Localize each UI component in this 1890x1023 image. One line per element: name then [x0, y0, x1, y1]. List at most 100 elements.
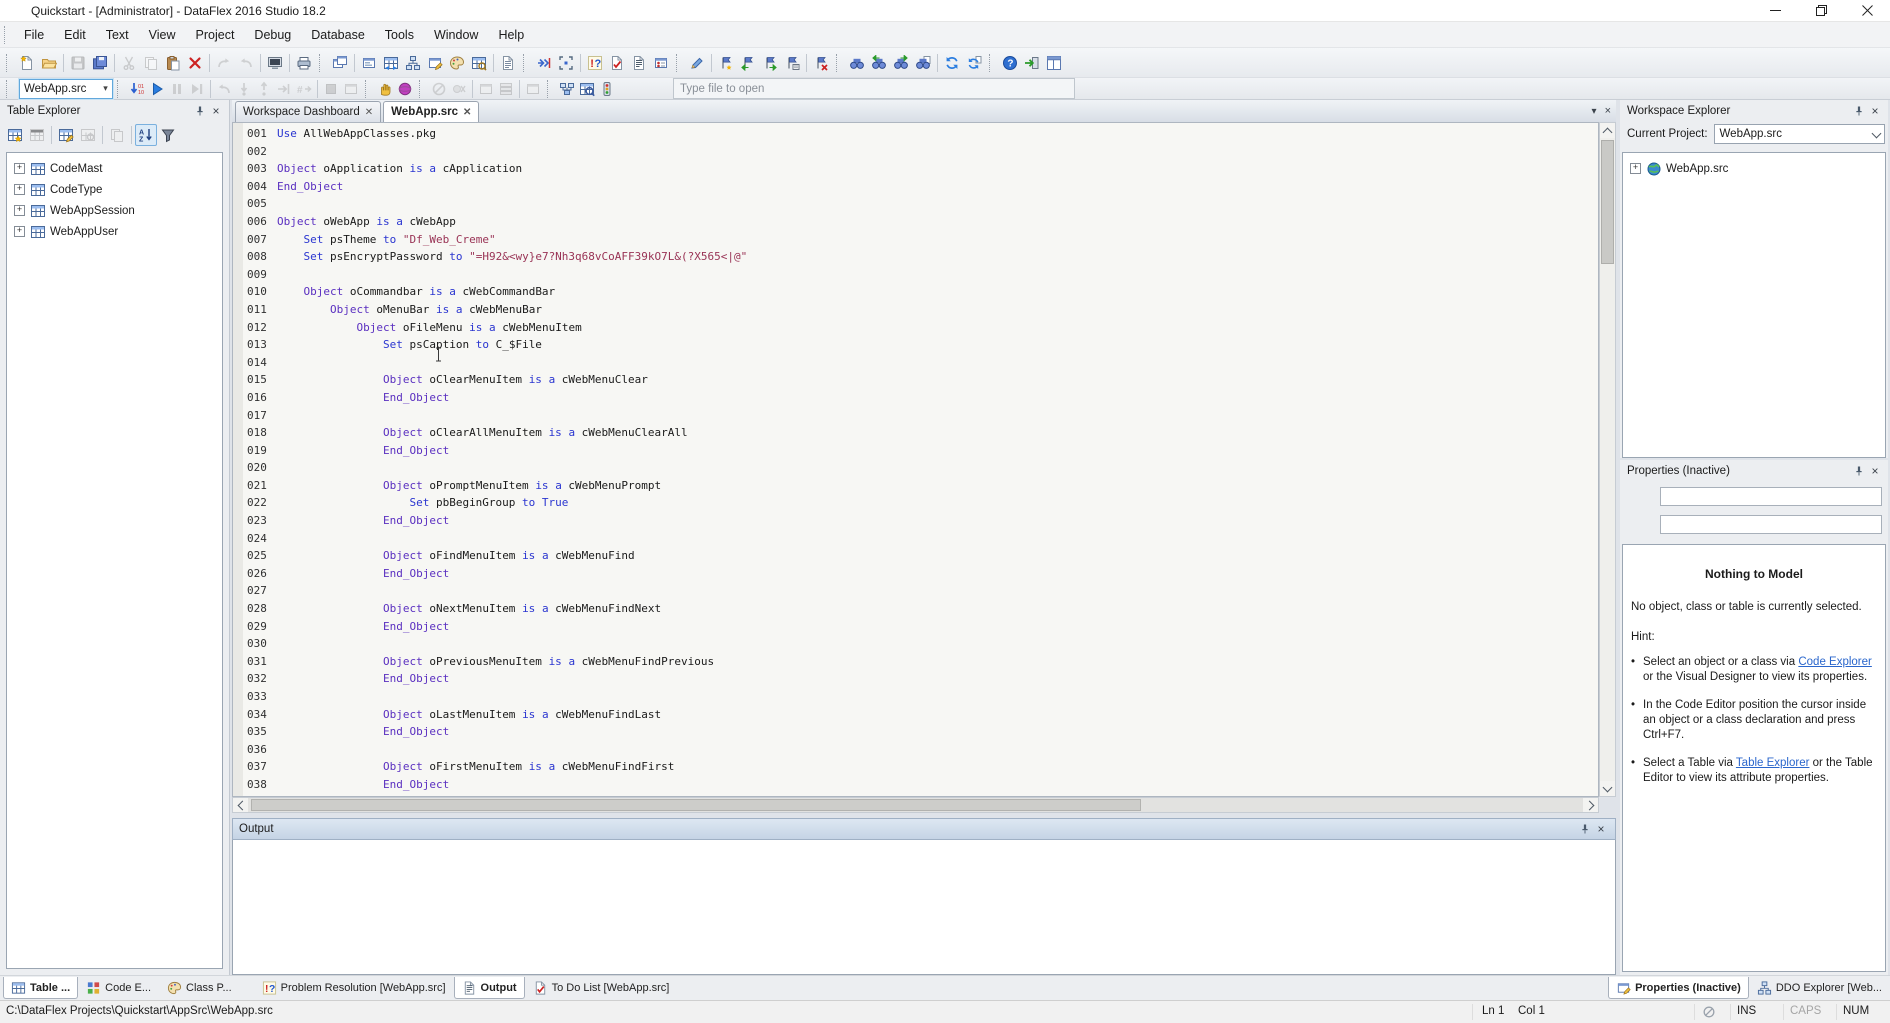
close-icon[interactable]: ✕: [463, 107, 471, 118]
code-line[interactable]: 038 End_Object: [233, 776, 1598, 794]
code-line[interactable]: 032 End_Object: [233, 670, 1598, 688]
code-editor[interactable]: 001Use AllWebAppClasses.pkg002003Object …: [232, 122, 1599, 797]
document-view-icon[interactable]: [497, 52, 519, 74]
close-icon[interactable]: [1844, 0, 1890, 21]
code-line[interactable]: 020: [233, 459, 1598, 477]
problem-resolution-icon[interactable]: !?: [584, 52, 606, 74]
code-line[interactable]: 005: [233, 195, 1598, 213]
view-table-icon[interactable]: [77, 124, 99, 146]
pin-icon[interactable]: [1577, 821, 1593, 837]
output-window-icon[interactable]: [628, 52, 650, 74]
find-icon[interactable]: [846, 52, 868, 74]
server-status-icon[interactable]: [597, 79, 617, 99]
compile-icon[interactable]: [533, 52, 555, 74]
object-properties-icon[interactable]: [424, 52, 446, 74]
bottom-tab-table-[interactable]: Table ...: [3, 977, 78, 999]
close-icon[interactable]: ×: [1593, 821, 1609, 837]
set-next-statement-icon[interactable]: #: [294, 79, 314, 99]
scroll-right-icon[interactable]: [1583, 798, 1598, 812]
chevron-down-icon[interactable]: ▾: [99, 83, 112, 94]
bottom-tab-ddo-explorer-web-[interactable]: DDO Explorer [Web...: [1749, 977, 1890, 999]
object-name-field[interactable]: [1660, 487, 1882, 506]
code-line[interactable]: 022 Set pbBeginGroup to True: [233, 494, 1598, 512]
copy-icon[interactable]: [140, 52, 162, 74]
code-line[interactable]: 027: [233, 582, 1598, 600]
new-table-icon[interactable]: [4, 124, 26, 146]
pin-icon[interactable]: [1851, 103, 1867, 119]
table-tree-item-webappuser[interactable]: +WebAppUser: [7, 221, 222, 242]
close-document-icon[interactable]: ×: [1605, 105, 1611, 117]
chevron-down-icon[interactable]: [1868, 130, 1884, 139]
close-icon[interactable]: ×: [208, 103, 224, 119]
compile-order-icon[interactable]: 0110: [127, 79, 147, 99]
bookmark-next-icon[interactable]: [759, 52, 781, 74]
bottom-tab-to-do-list-webapp-src-[interactable]: To Do List [WebApp.src]: [525, 977, 678, 999]
current-project-combo[interactable]: WebApp.src: [1714, 124, 1885, 144]
code-line[interactable]: 037 Object oFirstMenuItem is a cWebMenuF…: [233, 758, 1598, 776]
code-line[interactable]: 036: [233, 741, 1598, 759]
copy-table-icon[interactable]: [106, 124, 128, 146]
expand-icon[interactable]: +: [14, 184, 25, 195]
step-into-icon[interactable]: [234, 79, 254, 99]
bookmark-toggle-icon[interactable]: [715, 52, 737, 74]
expand-icon[interactable]: +: [14, 205, 25, 216]
redo-icon[interactable]: [235, 52, 257, 74]
table-tree-item-codetype[interactable]: +CodeType: [7, 179, 222, 200]
code-line[interactable]: 008 Set psEncryptPassword to "=H92&<wy}e…: [233, 248, 1598, 266]
refresh-icon[interactable]: [941, 52, 963, 74]
expand-icon[interactable]: +: [14, 163, 25, 174]
bottom-tab-code-e-[interactable]: Code E...: [78, 977, 159, 999]
code-line[interactable]: 021 Object oPromptMenuItem is a cWebMenu…: [233, 477, 1598, 495]
refresh-all-icon[interactable]: [963, 52, 985, 74]
locate-in-code-icon[interactable]: [555, 52, 577, 74]
vertical-scrollbar[interactable]: [1599, 122, 1616, 797]
delete-icon[interactable]: [184, 52, 206, 74]
code-line[interactable]: 023 End_Object: [233, 512, 1598, 530]
menu-project[interactable]: Project: [186, 22, 245, 48]
step-over-icon[interactable]: [214, 79, 234, 99]
code-line[interactable]: 018 Object oClearAllMenuItem is a cWebMe…: [233, 424, 1598, 442]
code-line[interactable]: 025 Object oFindMenuItem is a cWebMenuFi…: [233, 547, 1598, 565]
code-line[interactable]: 010 Object oCommandbar is a cWebCommandB…: [233, 283, 1598, 301]
code-line[interactable]: 029 End_Object: [233, 618, 1598, 636]
code-line[interactable]: 007 Set psTheme to "Df_Web_Creme": [233, 231, 1598, 249]
project-combo[interactable]: WebApp.src ▾: [19, 79, 113, 99]
watch-window-icon[interactable]: [523, 79, 543, 99]
code-pen-icon[interactable]: [686, 52, 708, 74]
code-line[interactable]: 009: [233, 266, 1598, 284]
code-explorer-link[interactable]: Code Explorer: [1798, 656, 1872, 668]
find-in-tables-icon[interactable]: [577, 79, 597, 99]
project-tree-item[interactable]: +WebApp.src: [1623, 158, 1885, 179]
run-icon[interactable]: [147, 79, 167, 99]
delete-table-icon[interactable]: [26, 124, 48, 146]
menu-view[interactable]: View: [139, 22, 186, 48]
bottom-tab-class-p-[interactable]: Class P...: [159, 977, 240, 999]
vertical-scroll-thumb[interactable]: [1601, 140, 1614, 264]
close-icon[interactable]: ✕: [365, 107, 373, 118]
pause-on-break-icon[interactable]: [375, 79, 395, 99]
find-in-files-icon[interactable]: [912, 52, 934, 74]
new-file-icon[interactable]: [16, 52, 38, 74]
bottom-tab-problem-resolution-webapp-src-[interactable]: !?Problem Resolution [WebApp.src]: [254, 977, 454, 999]
code-line[interactable]: 026 End_Object: [233, 565, 1598, 583]
code-line[interactable]: 030: [233, 635, 1598, 653]
code-line[interactable]: 034 Object oLastMenuItem is a cWebMenuFi…: [233, 706, 1598, 724]
table-explorer-link[interactable]: Table Explorer: [1736, 757, 1810, 769]
code-line[interactable]: 004End_Object: [233, 178, 1598, 196]
sort-az-icon[interactable]: AZ: [135, 124, 157, 146]
save-all-icon[interactable]: [89, 52, 111, 74]
menu-database[interactable]: Database: [301, 22, 375, 48]
menu-text[interactable]: Text: [96, 22, 139, 48]
continue-icon[interactable]: [187, 79, 207, 99]
bookmark-previous-icon[interactable]: [737, 52, 759, 74]
code-line[interactable]: 001Use AllWebAppClasses.pkg: [233, 125, 1598, 143]
color-palette-icon[interactable]: [446, 52, 468, 74]
run-application-icon[interactable]: [264, 52, 286, 74]
breakpoint-list-icon[interactable]: [650, 52, 672, 74]
menu-debug[interactable]: Debug: [244, 22, 301, 48]
menu-help[interactable]: Help: [488, 22, 534, 48]
form-designer-icon[interactable]: [358, 52, 380, 74]
step-out-icon[interactable]: [254, 79, 274, 99]
open-file-icon[interactable]: [38, 52, 60, 74]
scroll-up-icon[interactable]: [1600, 123, 1615, 138]
